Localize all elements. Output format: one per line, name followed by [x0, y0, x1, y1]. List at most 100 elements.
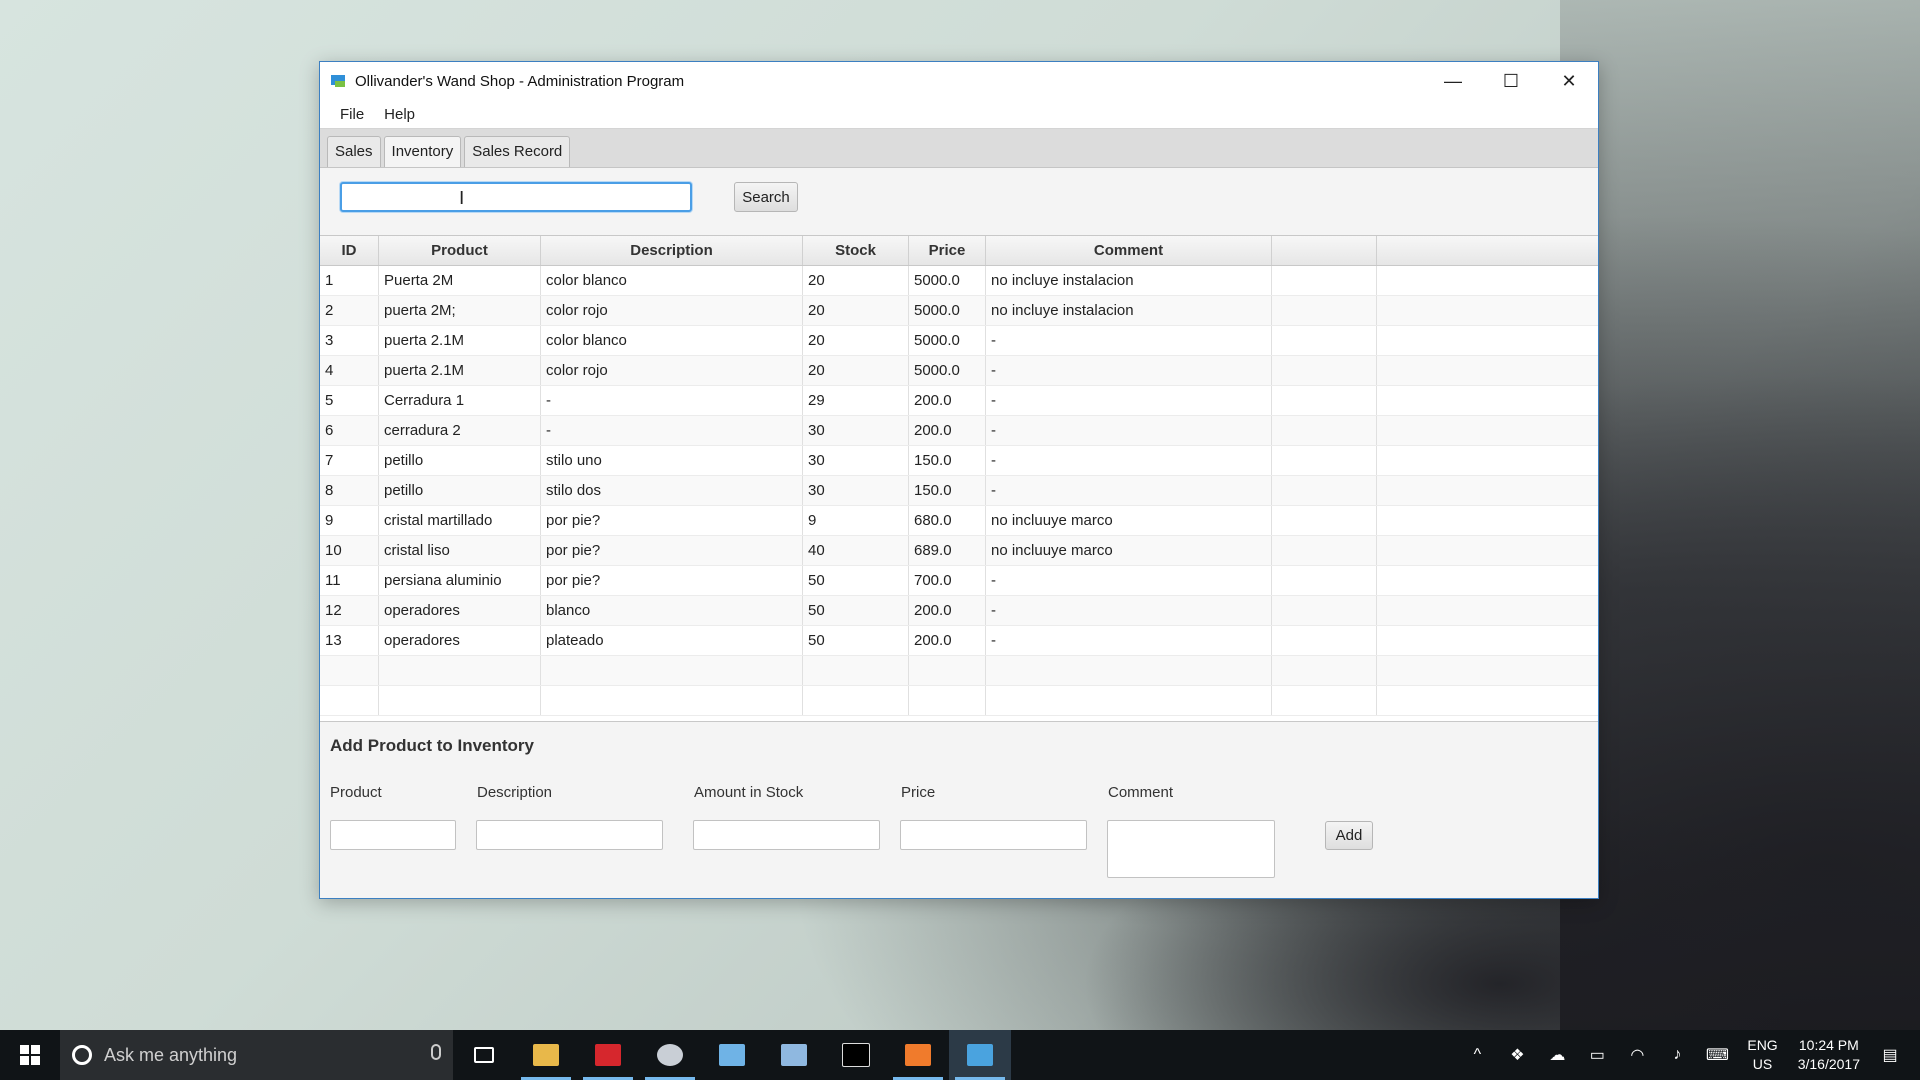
table-row[interactable]: 6 cerradura 2-30 200.0-: [320, 416, 1598, 446]
onedrive-icon[interactable]: ☁: [1537, 1045, 1577, 1065]
table-body: 1 Puerta 2M color blanco 20 5000.0 no incluye…: [320, 266, 1598, 716]
cell-filler: [1377, 506, 1598, 535]
cell-comment: -: [986, 626, 1272, 655]
cell-empty: [1272, 446, 1377, 475]
cell-comment: no incluye instalacion: [986, 266, 1272, 295]
cell-product: puerta 2.1M: [379, 356, 541, 385]
cortana-search-box[interactable]: Ask me anything: [60, 1030, 453, 1080]
description-field[interactable]: [476, 820, 663, 850]
snipping-tool-icon[interactable]: [639, 1030, 701, 1080]
wand-shop-app-icon[interactable]: [949, 1030, 1011, 1080]
file-explorer-icon[interactable]: [515, 1030, 577, 1080]
cell-id: 9: [320, 506, 379, 535]
cell-empty: [1272, 626, 1377, 655]
minimize-button[interactable]: —: [1424, 62, 1482, 100]
price-label: Price: [901, 784, 936, 801]
cell-product: operadores: [379, 596, 541, 625]
orange-app-icon[interactable]: [887, 1030, 949, 1080]
search-button[interactable]: Search: [734, 182, 798, 212]
clock[interactable]: 10:24 PM 3/16/2017: [1798, 1036, 1860, 1074]
wifi-icon[interactable]: ◠: [1617, 1045, 1657, 1065]
taskbar: Ask me anything ^ ❖ ☁ ▭ ◠ ♪ ⌨ ENG US 10:…: [0, 1030, 1920, 1080]
microphone-icon[interactable]: [431, 1044, 441, 1060]
table-row[interactable]: 11 persiana aluminio por pie? 50 700.0-: [320, 566, 1598, 596]
cell-empty: [1272, 386, 1377, 415]
column-header-price[interactable]: Price: [909, 236, 986, 265]
cell-id: 8: [320, 476, 379, 505]
search-input[interactable]: I: [340, 182, 692, 212]
cell-empty: [1272, 596, 1377, 625]
cell-price: 200.0: [909, 596, 986, 625]
table-row[interactable]: 9 cristal martillado por pie? 9 680.0 no incl…: [320, 506, 1598, 536]
cell-empty: [1272, 476, 1377, 505]
cell-price: 200.0: [909, 386, 986, 415]
column-header-description[interactable]: Description: [541, 236, 803, 265]
table-row[interactable]: [320, 686, 1598, 716]
cell-product: puerta 2.1M: [379, 326, 541, 355]
cell-stock: [803, 686, 909, 715]
table-row[interactable]: 1 Puerta 2M color blanco 20 5000.0 no incluye…: [320, 266, 1598, 296]
table-row[interactable]: 10 cristal liso por pie? 40 689.0 no incluuye…: [320, 536, 1598, 566]
table-row[interactable]: 13 operadores plateado 50 200.0-: [320, 626, 1598, 656]
tab-sales[interactable]: Sales: [327, 136, 381, 167]
table-row[interactable]: 7 petillo stilo uno 30 150.0-: [320, 446, 1598, 476]
product-label: Product: [330, 784, 382, 801]
table-row[interactable]: 3 puerta 2.1M color blanco 20 5000.0-: [320, 326, 1598, 356]
product-field[interactable]: [330, 820, 456, 850]
column-header-empty: [1272, 236, 1377, 265]
tab-sales-record[interactable]: Sales Record: [464, 136, 571, 167]
volume-icon[interactable]: ♪: [1657, 1046, 1697, 1064]
cell-filler: [1377, 596, 1598, 625]
dropbox-icon[interactable]: ❖: [1497, 1045, 1537, 1065]
cell-comment: no incluye instalacion: [986, 296, 1272, 325]
cell-stock: 29: [803, 386, 909, 415]
cell-stock: 20: [803, 266, 909, 295]
cell-filler: [1377, 386, 1598, 415]
inventory-table[interactable]: ID Product Description Stock Price Comme…: [320, 235, 1598, 722]
cell-comment: -: [986, 386, 1272, 415]
add-product-title: Add Product to Inventory: [330, 736, 534, 755]
title-bar[interactable]: Ollivander's Wand Shop - Administration …: [320, 62, 1598, 100]
maximize-button[interactable]: ☐: [1482, 62, 1540, 100]
start-button[interactable]: [0, 1030, 60, 1080]
cell-id: 3: [320, 326, 379, 355]
cell-description: por pie?: [541, 566, 803, 595]
stock-field[interactable]: [693, 820, 880, 850]
chevron-up-icon[interactable]: ^: [1457, 1046, 1497, 1064]
cell-stock: 20: [803, 296, 909, 325]
notepad-icon[interactable]: [701, 1030, 763, 1080]
menu-file[interactable]: File: [330, 102, 374, 127]
search-row: I Search: [320, 168, 1598, 230]
terminal-icon[interactable]: [825, 1030, 887, 1080]
battery-icon[interactable]: ▭: [1577, 1045, 1617, 1065]
cell-filler: [1377, 266, 1598, 295]
3d-app-icon[interactable]: [763, 1030, 825, 1080]
table-row[interactable]: 5 Cerradura 1-29 200.0-: [320, 386, 1598, 416]
table-row[interactable]: 8 petillo stilo dos 30 150.0-: [320, 476, 1598, 506]
close-button[interactable]: ✕: [1540, 62, 1598, 100]
table-row[interactable]: 12 operadores blanco 50 200.0-: [320, 596, 1598, 626]
cell-description: -: [541, 386, 803, 415]
menu-help[interactable]: Help: [374, 102, 425, 127]
table-row[interactable]: [320, 656, 1598, 686]
column-header-id[interactable]: ID: [320, 236, 379, 265]
cell-stock: 50: [803, 626, 909, 655]
cell-price: 700.0: [909, 566, 986, 595]
price-field[interactable]: [900, 820, 1087, 850]
task-view-icon[interactable]: [453, 1030, 515, 1080]
table-row[interactable]: 4 puerta 2.1M color rojo 20 5000.0-: [320, 356, 1598, 386]
column-header-comment[interactable]: Comment: [986, 236, 1272, 265]
cell-description: blanco: [541, 596, 803, 625]
column-header-product[interactable]: Product: [379, 236, 541, 265]
column-header-stock[interactable]: Stock: [803, 236, 909, 265]
comment-field[interactable]: [1107, 820, 1275, 878]
tab-inventory[interactable]: Inventory: [383, 136, 462, 167]
language-indicator[interactable]: ENG US: [1747, 1036, 1777, 1074]
cell-id: 10: [320, 536, 379, 565]
add-button[interactable]: Add: [1325, 821, 1373, 850]
action-center-icon[interactable]: ▤: [1870, 1045, 1910, 1065]
vivaldi-icon[interactable]: [577, 1030, 639, 1080]
table-row[interactable]: 2 puerta 2M; color rojo 20 5000.0 no incluye …: [320, 296, 1598, 326]
window-title: Ollivander's Wand Shop - Administration …: [355, 72, 685, 90]
keyboard-icon[interactable]: ⌨: [1697, 1045, 1737, 1065]
